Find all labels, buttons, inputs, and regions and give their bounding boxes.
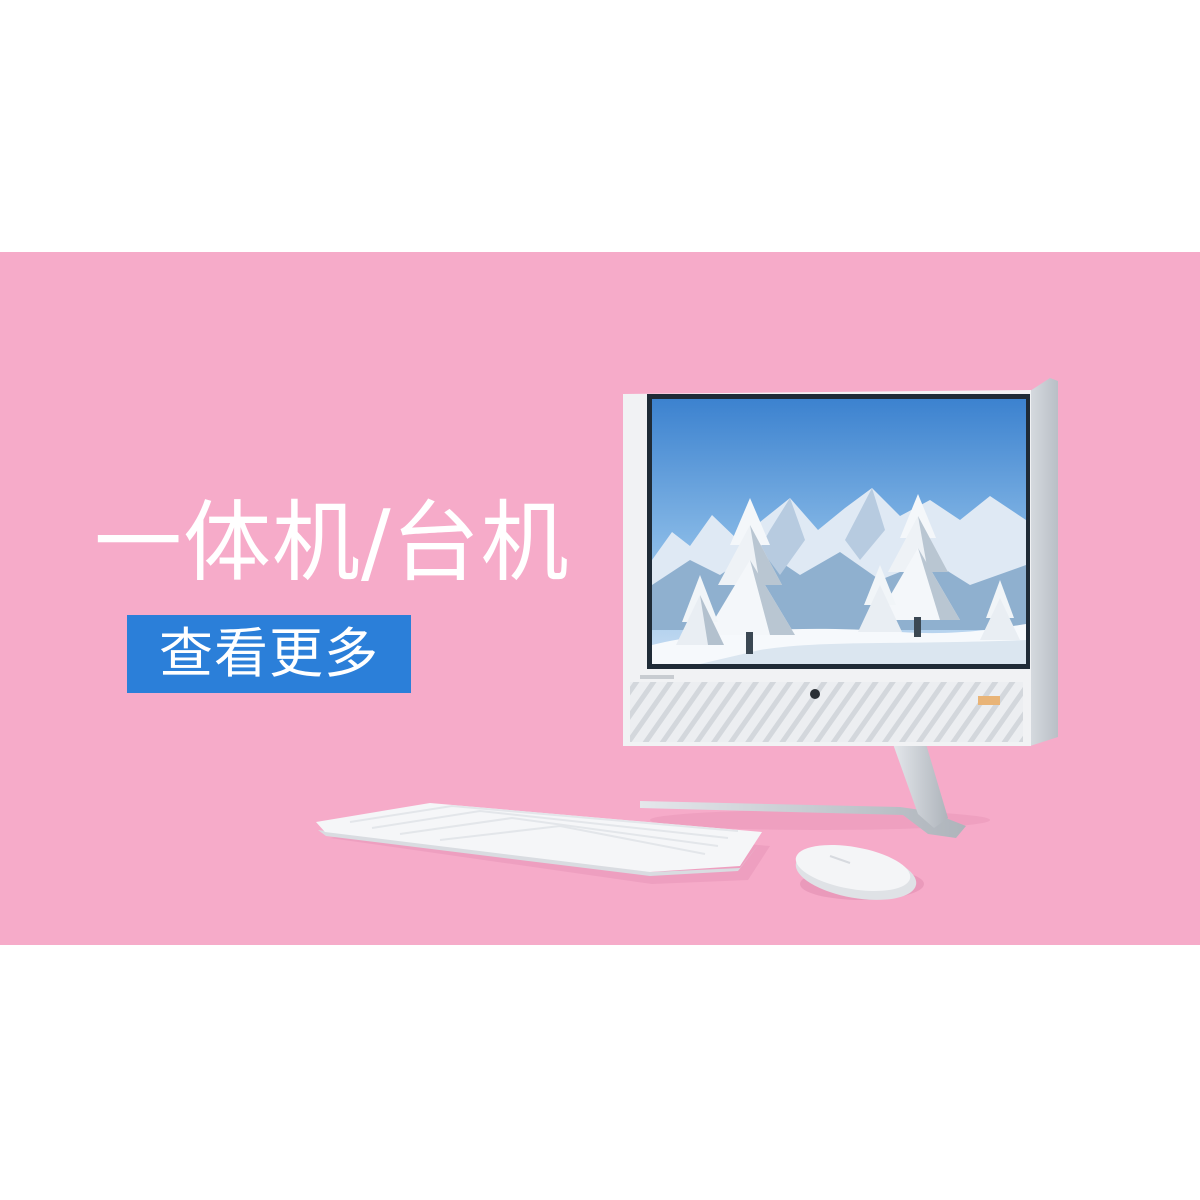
banner-title: 一体机/台机: [94, 491, 570, 594]
page: 一体机/台机 查看更多: [0, 0, 1200, 1200]
promo-banner[interactable]: [0, 252, 1200, 945]
view-more-button[interactable]: 查看更多: [127, 615, 411, 693]
